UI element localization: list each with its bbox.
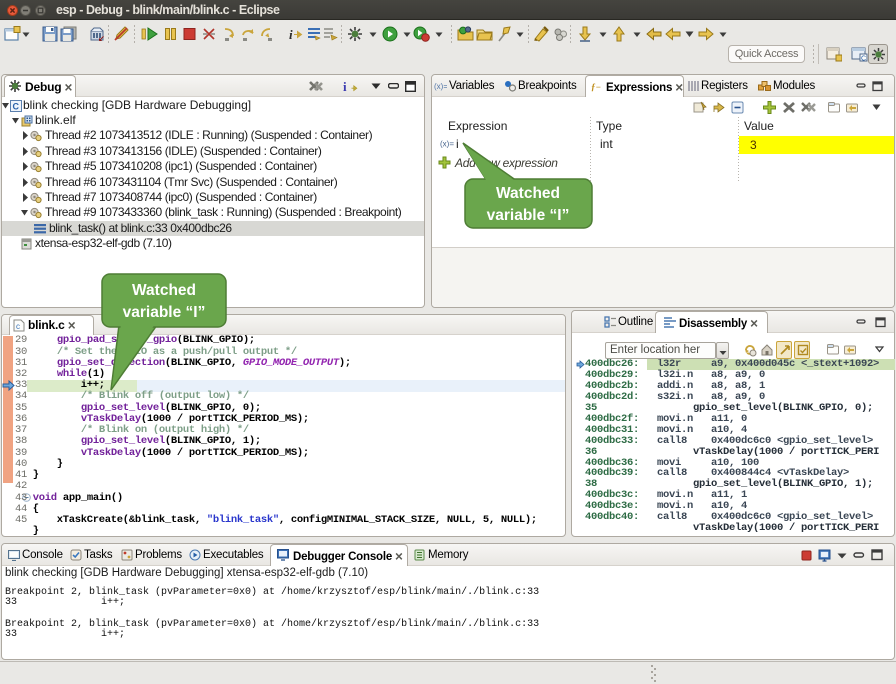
svg-text:Watched: Watched [496,185,560,202]
svg-text:Watched: Watched [132,282,196,299]
svg-text:variable “I”: variable “I” [487,207,570,224]
svg-text:variable “I”: variable “I” [123,304,206,321]
